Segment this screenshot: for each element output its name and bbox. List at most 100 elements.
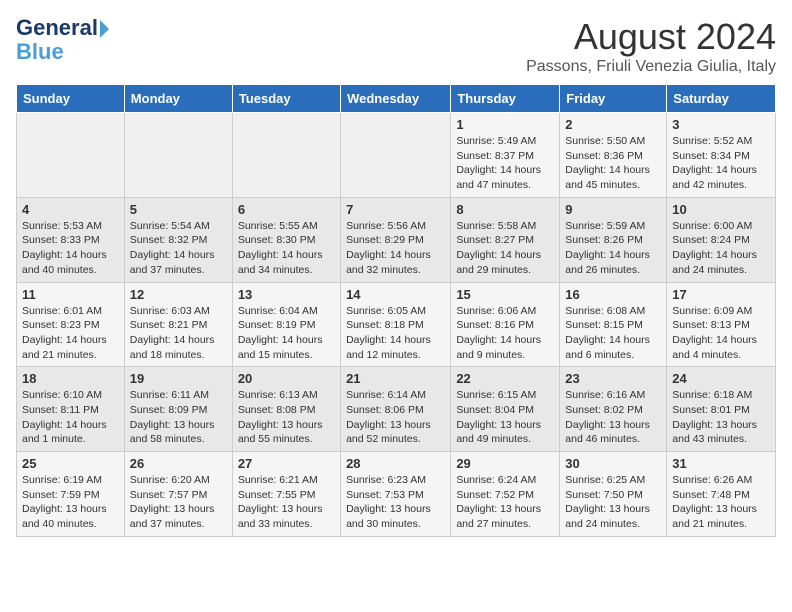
day-info: Sunrise: 6:08 AM Sunset: 8:15 PM Dayligh… xyxy=(565,304,661,363)
calendar-day-cell: 5 Sunrise: 5:54 AM Sunset: 8:32 PM Daylig… xyxy=(124,197,232,282)
day-number: 25 xyxy=(22,456,119,471)
day-info: Sunrise: 6:21 AM Sunset: 7:55 PM Dayligh… xyxy=(238,473,335,532)
calendar-day-cell: 26Sunrise: 6:20 AM Sunset: 7:57 PM Dayli… xyxy=(124,452,232,537)
day-number: 9 xyxy=(565,202,661,217)
day-info: Sunrise: 6:11 AM Sunset: 8:09 PM Dayligh… xyxy=(130,388,227,447)
page-header: General Blue August 2024 Passons, Friuli… xyxy=(16,16,776,76)
logo-arrow-icon xyxy=(100,20,109,38)
day-number: 22 xyxy=(456,371,554,386)
calendar-day-cell xyxy=(124,113,232,198)
calendar-body: 1Sunrise: 5:49 AM Sunset: 8:37 PM Daylig… xyxy=(17,113,776,537)
day-info: Sunrise: 6:01 AM Sunset: 8:23 PM Dayligh… xyxy=(22,304,119,363)
calendar-day-cell: 2 Sunrise: 5:50 AM Sunset: 8:36 PM Daylig… xyxy=(560,113,667,198)
calendar-day-cell: 1Sunrise: 5:49 AM Sunset: 8:37 PM Daylig… xyxy=(451,113,560,198)
calendar-day-cell: 23 Sunrise: 6:16 AM Sunset: 8:02 PM Dayli… xyxy=(560,367,667,452)
logo-text: General Blue xyxy=(16,16,109,64)
calendar-header-row: SundayMondayTuesdayWednesdayThursdayFrid… xyxy=(17,85,776,113)
calendar-week-row: 25 Sunrise: 6:19 AM Sunset: 7:59 PM Dayli… xyxy=(17,452,776,537)
day-info: Sunrise: 6:18 AM Sunset: 8:01 PM Dayligh… xyxy=(672,388,770,447)
calendar-day-cell: 11 Sunrise: 6:01 AM Sunset: 8:23 PM Dayli… xyxy=(17,282,125,367)
calendar-day-cell: 21 Sunrise: 6:14 AM Sunset: 8:06 PM Dayli… xyxy=(341,367,451,452)
day-info: Sunrise: 6:14 AM Sunset: 8:06 PM Dayligh… xyxy=(346,388,445,447)
day-number: 4 xyxy=(22,202,119,217)
day-of-week-header: Thursday xyxy=(451,85,560,113)
day-info: Sunrise: 6:10 AM Sunset: 8:11 PM Dayligh… xyxy=(22,388,119,447)
calendar-day-cell: 4 Sunrise: 5:53 AM Sunset: 8:33 PM Daylig… xyxy=(17,197,125,282)
day-number: 13 xyxy=(238,287,335,302)
calendar-week-row: 18 Sunrise: 6:10 AM Sunset: 8:11 PM Dayli… xyxy=(17,367,776,452)
day-number: 21 xyxy=(346,371,445,386)
calendar-day-cell: 22 Sunrise: 6:15 AM Sunset: 8:04 PM Dayli… xyxy=(451,367,560,452)
day-number: 6 xyxy=(238,202,335,217)
calendar-week-row: 4 Sunrise: 5:53 AM Sunset: 8:33 PM Daylig… xyxy=(17,197,776,282)
day-info: Sunrise: 6:13 AM Sunset: 8:08 PM Dayligh… xyxy=(238,388,335,447)
calendar-day-cell: 12 Sunrise: 6:03 AM Sunset: 8:21 PM Dayli… xyxy=(124,282,232,367)
calendar-week-row: 11 Sunrise: 6:01 AM Sunset: 8:23 PM Dayli… xyxy=(17,282,776,367)
calendar-day-cell xyxy=(232,113,340,198)
day-of-week-header: Wednesday xyxy=(341,85,451,113)
calendar-day-cell: 31 Sunrise: 6:26 AM Sunset: 7:48 PM Dayli… xyxy=(667,452,776,537)
day-info: Sunrise: 5:50 AM Sunset: 8:36 PM Dayligh… xyxy=(565,134,661,193)
calendar-day-cell: 30 Sunrise: 6:25 AM Sunset: 7:50 PM Dayli… xyxy=(560,452,667,537)
day-info: Sunrise: 6:20 AM Sunset: 7:57 PM Dayligh… xyxy=(130,473,227,532)
day-info: Sunrise: 6:24 AM Sunset: 7:52 PM Dayligh… xyxy=(456,473,554,532)
calendar-day-cell: 25 Sunrise: 6:19 AM Sunset: 7:59 PM Dayli… xyxy=(17,452,125,537)
day-info: Sunrise: 6:15 AM Sunset: 8:04 PM Dayligh… xyxy=(456,388,554,447)
day-info: Sunrise: 5:54 AM Sunset: 8:32 PM Dayligh… xyxy=(130,219,227,278)
calendar-day-cell: 24 Sunrise: 6:18 AM Sunset: 8:01 PM Dayli… xyxy=(667,367,776,452)
day-info: Sunrise: 6:19 AM Sunset: 7:59 PM Dayligh… xyxy=(22,473,119,532)
day-number: 5 xyxy=(130,202,227,217)
calendar-day-cell: 6 Sunrise: 5:55 AM Sunset: 8:30 PM Daylig… xyxy=(232,197,340,282)
day-info: Sunrise: 5:59 AM Sunset: 8:26 PM Dayligh… xyxy=(565,219,661,278)
day-info: Sunrise: 5:52 AM Sunset: 8:34 PM Dayligh… xyxy=(672,134,770,193)
calendar-day-cell: 7 Sunrise: 5:56 AM Sunset: 8:29 PM Daylig… xyxy=(341,197,451,282)
calendar-day-cell: 16 Sunrise: 6:08 AM Sunset: 8:15 PM Dayli… xyxy=(560,282,667,367)
day-number: 15 xyxy=(456,287,554,302)
day-info: Sunrise: 6:16 AM Sunset: 8:02 PM Dayligh… xyxy=(565,388,661,447)
logo: General Blue xyxy=(16,16,109,64)
day-number: 7 xyxy=(346,202,445,217)
day-number: 16 xyxy=(565,287,661,302)
day-info: Sunrise: 5:55 AM Sunset: 8:30 PM Dayligh… xyxy=(238,219,335,278)
day-number: 3 xyxy=(672,117,770,132)
day-info: Sunrise: 6:00 AM Sunset: 8:24 PM Dayligh… xyxy=(672,219,770,278)
day-info: Sunrise: 6:25 AM Sunset: 7:50 PM Dayligh… xyxy=(565,473,661,532)
day-number: 17 xyxy=(672,287,770,302)
calendar-week-row: 1Sunrise: 5:49 AM Sunset: 8:37 PM Daylig… xyxy=(17,113,776,198)
day-info: Sunrise: 5:56 AM Sunset: 8:29 PM Dayligh… xyxy=(346,219,445,278)
day-number: 12 xyxy=(130,287,227,302)
day-of-week-header: Friday xyxy=(560,85,667,113)
day-number: 27 xyxy=(238,456,335,471)
day-info: Sunrise: 5:49 AM Sunset: 8:37 PM Dayligh… xyxy=(456,134,554,193)
calendar-day-cell: 9 Sunrise: 5:59 AM Sunset: 8:26 PM Daylig… xyxy=(560,197,667,282)
title-area: August 2024 Passons, Friuli Venezia Giul… xyxy=(526,16,776,76)
day-of-week-header: Sunday xyxy=(17,85,125,113)
day-number: 28 xyxy=(346,456,445,471)
day-info: Sunrise: 6:06 AM Sunset: 8:16 PM Dayligh… xyxy=(456,304,554,363)
calendar-day-cell: 29Sunrise: 6:24 AM Sunset: 7:52 PM Dayli… xyxy=(451,452,560,537)
calendar-day-cell: 13 Sunrise: 6:04 AM Sunset: 8:19 PM Dayli… xyxy=(232,282,340,367)
day-of-week-header: Monday xyxy=(124,85,232,113)
calendar-day-cell: 19Sunrise: 6:11 AM Sunset: 8:09 PM Dayli… xyxy=(124,367,232,452)
day-number: 2 xyxy=(565,117,661,132)
day-info: Sunrise: 6:05 AM Sunset: 8:18 PM Dayligh… xyxy=(346,304,445,363)
day-number: 14 xyxy=(346,287,445,302)
calendar-day-cell: 27 Sunrise: 6:21 AM Sunset: 7:55 PM Dayli… xyxy=(232,452,340,537)
day-number: 10 xyxy=(672,202,770,217)
day-number: 20 xyxy=(238,371,335,386)
day-number: 23 xyxy=(565,371,661,386)
day-number: 30 xyxy=(565,456,661,471)
calendar-day-cell: 20 Sunrise: 6:13 AM Sunset: 8:08 PM Dayli… xyxy=(232,367,340,452)
day-number: 18 xyxy=(22,371,119,386)
day-number: 11 xyxy=(22,287,119,302)
day-info: Sunrise: 5:53 AM Sunset: 8:33 PM Dayligh… xyxy=(22,219,119,278)
calendar-day-cell: 15 Sunrise: 6:06 AM Sunset: 8:16 PM Dayli… xyxy=(451,282,560,367)
day-info: Sunrise: 6:26 AM Sunset: 7:48 PM Dayligh… xyxy=(672,473,770,532)
calendar-day-cell xyxy=(341,113,451,198)
day-info: Sunrise: 6:03 AM Sunset: 8:21 PM Dayligh… xyxy=(130,304,227,363)
calendar-table: SundayMondayTuesdayWednesdayThursdayFrid… xyxy=(16,84,776,537)
day-number: 24 xyxy=(672,371,770,386)
day-of-week-header: Tuesday xyxy=(232,85,340,113)
day-info: Sunrise: 6:04 AM Sunset: 8:19 PM Dayligh… xyxy=(238,304,335,363)
day-number: 31 xyxy=(672,456,770,471)
